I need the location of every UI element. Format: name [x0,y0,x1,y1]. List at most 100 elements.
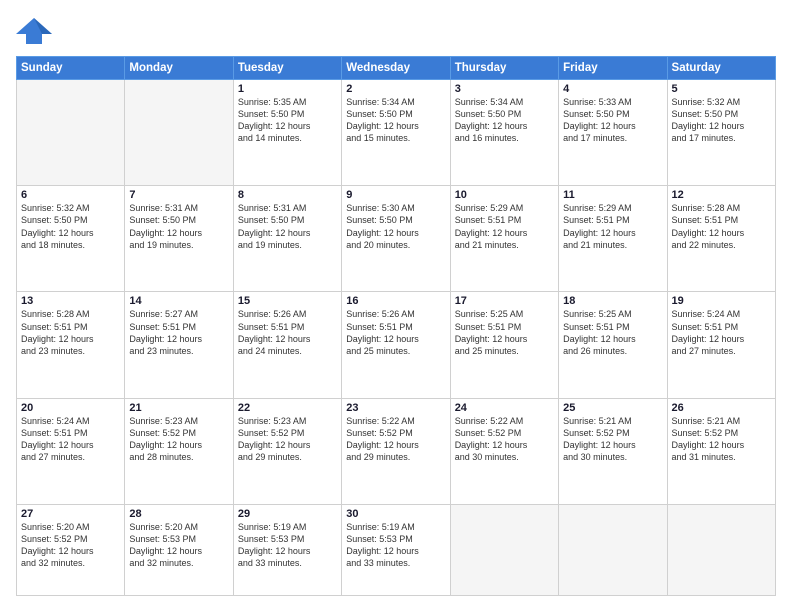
day-number: 5 [672,83,771,95]
calendar-cell: 3Sunrise: 5:34 AM Sunset: 5:50 PM Daylig… [450,80,558,186]
day-info: Sunrise: 5:28 AM Sunset: 5:51 PM Dayligh… [672,202,771,251]
calendar-day-header: Tuesday [233,57,341,80]
calendar-cell: 10Sunrise: 5:29 AM Sunset: 5:51 PM Dayli… [450,186,558,292]
calendar-cell: 29Sunrise: 5:19 AM Sunset: 5:53 PM Dayli… [233,504,341,595]
day-number: 3 [455,83,554,95]
calendar-cell: 23Sunrise: 5:22 AM Sunset: 5:52 PM Dayli… [342,398,450,504]
calendar-day-header: Sunday [17,57,125,80]
day-number: 8 [238,189,337,201]
calendar-cell: 11Sunrise: 5:29 AM Sunset: 5:51 PM Dayli… [559,186,667,292]
day-number: 11 [563,189,662,201]
day-info: Sunrise: 5:35 AM Sunset: 5:50 PM Dayligh… [238,96,337,145]
day-number: 2 [346,83,445,95]
day-info: Sunrise: 5:23 AM Sunset: 5:52 PM Dayligh… [129,415,228,464]
day-info: Sunrise: 5:31 AM Sunset: 5:50 PM Dayligh… [129,202,228,251]
day-info: Sunrise: 5:20 AM Sunset: 5:53 PM Dayligh… [129,521,228,570]
week-row: 6Sunrise: 5:32 AM Sunset: 5:50 PM Daylig… [17,186,776,292]
day-number: 26 [672,402,771,414]
logo-icon [16,16,52,46]
calendar-day-header: Wednesday [342,57,450,80]
day-info: Sunrise: 5:21 AM Sunset: 5:52 PM Dayligh… [672,415,771,464]
day-number: 25 [563,402,662,414]
page: SundayMondayTuesdayWednesdayThursdayFrid… [0,0,792,612]
calendar-cell: 18Sunrise: 5:25 AM Sunset: 5:51 PM Dayli… [559,292,667,398]
day-number: 12 [672,189,771,201]
week-row: 13Sunrise: 5:28 AM Sunset: 5:51 PM Dayli… [17,292,776,398]
calendar-cell [17,80,125,186]
day-number: 10 [455,189,554,201]
day-number: 15 [238,295,337,307]
calendar-cell: 5Sunrise: 5:32 AM Sunset: 5:50 PM Daylig… [667,80,775,186]
day-number: 1 [238,83,337,95]
calendar-cell: 13Sunrise: 5:28 AM Sunset: 5:51 PM Dayli… [17,292,125,398]
day-info: Sunrise: 5:34 AM Sunset: 5:50 PM Dayligh… [455,96,554,145]
calendar-cell: 4Sunrise: 5:33 AM Sunset: 5:50 PM Daylig… [559,80,667,186]
day-number: 14 [129,295,228,307]
day-info: Sunrise: 5:22 AM Sunset: 5:52 PM Dayligh… [455,415,554,464]
day-number: 21 [129,402,228,414]
day-info: Sunrise: 5:25 AM Sunset: 5:51 PM Dayligh… [455,308,554,357]
calendar-cell: 30Sunrise: 5:19 AM Sunset: 5:53 PM Dayli… [342,504,450,595]
day-info: Sunrise: 5:26 AM Sunset: 5:51 PM Dayligh… [238,308,337,357]
calendar-cell: 26Sunrise: 5:21 AM Sunset: 5:52 PM Dayli… [667,398,775,504]
day-info: Sunrise: 5:29 AM Sunset: 5:51 PM Dayligh… [563,202,662,251]
day-info: Sunrise: 5:26 AM Sunset: 5:51 PM Dayligh… [346,308,445,357]
calendar-cell [450,504,558,595]
day-number: 23 [346,402,445,414]
calendar-cell: 25Sunrise: 5:21 AM Sunset: 5:52 PM Dayli… [559,398,667,504]
day-number: 24 [455,402,554,414]
calendar-cell: 9Sunrise: 5:30 AM Sunset: 5:50 PM Daylig… [342,186,450,292]
day-number: 6 [21,189,120,201]
calendar-cell: 15Sunrise: 5:26 AM Sunset: 5:51 PM Dayli… [233,292,341,398]
day-info: Sunrise: 5:32 AM Sunset: 5:50 PM Dayligh… [672,96,771,145]
day-info: Sunrise: 5:21 AM Sunset: 5:52 PM Dayligh… [563,415,662,464]
calendar-cell: 8Sunrise: 5:31 AM Sunset: 5:50 PM Daylig… [233,186,341,292]
calendar-cell: 21Sunrise: 5:23 AM Sunset: 5:52 PM Dayli… [125,398,233,504]
day-number: 28 [129,508,228,520]
calendar-cell: 28Sunrise: 5:20 AM Sunset: 5:53 PM Dayli… [125,504,233,595]
day-info: Sunrise: 5:34 AM Sunset: 5:50 PM Dayligh… [346,96,445,145]
calendar-cell: 20Sunrise: 5:24 AM Sunset: 5:51 PM Dayli… [17,398,125,504]
calendar-cell: 24Sunrise: 5:22 AM Sunset: 5:52 PM Dayli… [450,398,558,504]
day-number: 7 [129,189,228,201]
day-number: 19 [672,295,771,307]
calendar-day-header: Thursday [450,57,558,80]
day-info: Sunrise: 5:24 AM Sunset: 5:51 PM Dayligh… [21,415,120,464]
calendar-cell: 27Sunrise: 5:20 AM Sunset: 5:52 PM Dayli… [17,504,125,595]
day-info: Sunrise: 5:31 AM Sunset: 5:50 PM Dayligh… [238,202,337,251]
calendar-cell: 12Sunrise: 5:28 AM Sunset: 5:51 PM Dayli… [667,186,775,292]
logo [16,16,56,46]
week-row: 27Sunrise: 5:20 AM Sunset: 5:52 PM Dayli… [17,504,776,595]
day-number: 22 [238,402,337,414]
calendar-cell: 7Sunrise: 5:31 AM Sunset: 5:50 PM Daylig… [125,186,233,292]
day-number: 18 [563,295,662,307]
day-number: 30 [346,508,445,520]
calendar-cell: 2Sunrise: 5:34 AM Sunset: 5:50 PM Daylig… [342,80,450,186]
day-number: 4 [563,83,662,95]
calendar-cell: 17Sunrise: 5:25 AM Sunset: 5:51 PM Dayli… [450,292,558,398]
day-number: 29 [238,508,337,520]
calendar-cell [125,80,233,186]
day-number: 17 [455,295,554,307]
calendar-cell: 6Sunrise: 5:32 AM Sunset: 5:50 PM Daylig… [17,186,125,292]
week-row: 20Sunrise: 5:24 AM Sunset: 5:51 PM Dayli… [17,398,776,504]
day-info: Sunrise: 5:25 AM Sunset: 5:51 PM Dayligh… [563,308,662,357]
header [16,16,776,46]
day-number: 20 [21,402,120,414]
day-info: Sunrise: 5:19 AM Sunset: 5:53 PM Dayligh… [238,521,337,570]
calendar-cell: 19Sunrise: 5:24 AM Sunset: 5:51 PM Dayli… [667,292,775,398]
day-number: 9 [346,189,445,201]
calendar-day-header: Monday [125,57,233,80]
calendar-cell: 22Sunrise: 5:23 AM Sunset: 5:52 PM Dayli… [233,398,341,504]
day-info: Sunrise: 5:20 AM Sunset: 5:52 PM Dayligh… [21,521,120,570]
day-info: Sunrise: 5:19 AM Sunset: 5:53 PM Dayligh… [346,521,445,570]
day-info: Sunrise: 5:32 AM Sunset: 5:50 PM Dayligh… [21,202,120,251]
calendar-day-header: Friday [559,57,667,80]
calendar-cell: 16Sunrise: 5:26 AM Sunset: 5:51 PM Dayli… [342,292,450,398]
calendar-cell [667,504,775,595]
day-info: Sunrise: 5:24 AM Sunset: 5:51 PM Dayligh… [672,308,771,357]
day-info: Sunrise: 5:22 AM Sunset: 5:52 PM Dayligh… [346,415,445,464]
day-info: Sunrise: 5:33 AM Sunset: 5:50 PM Dayligh… [563,96,662,145]
day-number: 27 [21,508,120,520]
calendar-cell: 14Sunrise: 5:27 AM Sunset: 5:51 PM Dayli… [125,292,233,398]
